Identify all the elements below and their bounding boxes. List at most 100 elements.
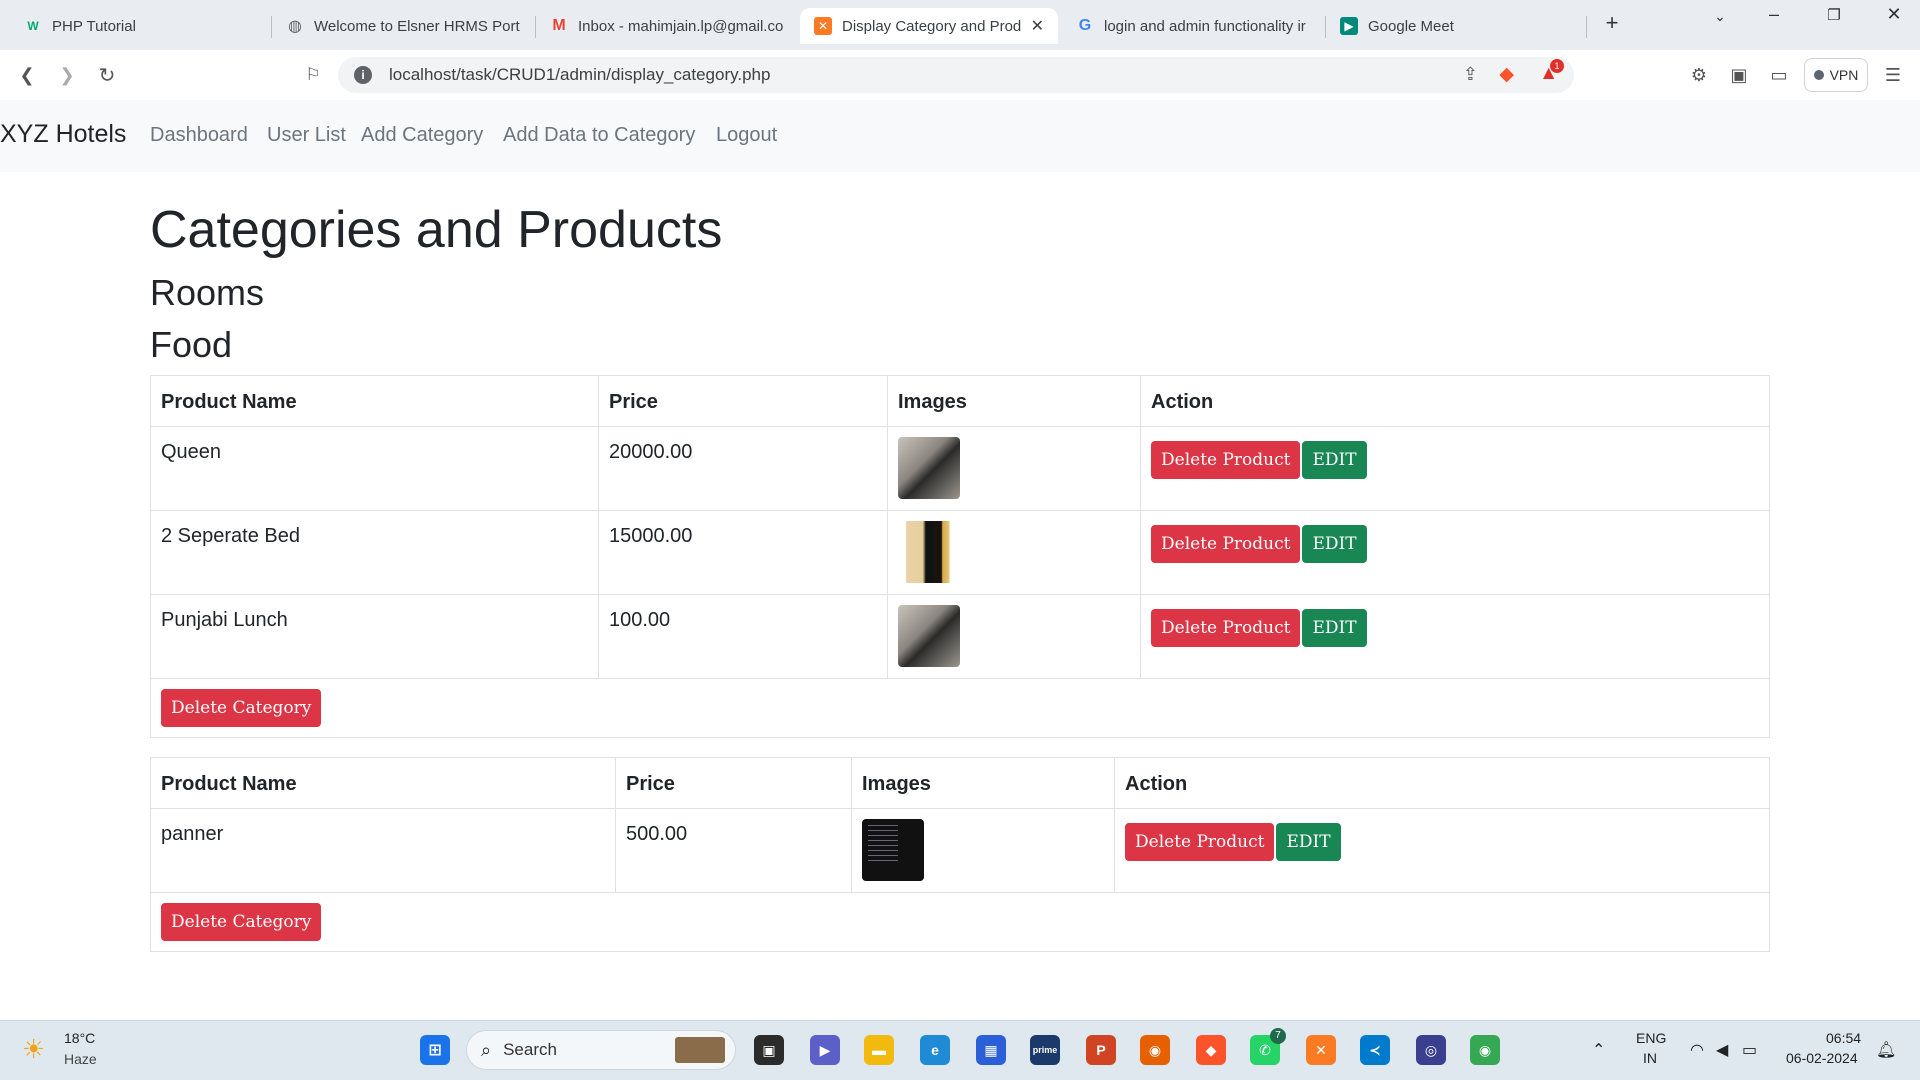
product-image (898, 605, 960, 667)
column-header: Action (1140, 375, 1770, 427)
firefox-icon[interactable]: ◉ (1140, 1035, 1170, 1065)
share-icon[interactable]: ⇪ (1463, 64, 1478, 85)
wifi-icon[interactable]: ◠ (1690, 1040, 1704, 1060)
globe-icon: ◍ (288, 18, 302, 35)
product-price: 20000.00 (598, 426, 888, 511)
nav-logout[interactable]: Logout (716, 124, 777, 147)
edit-button[interactable]: EDIT (1302, 609, 1367, 647)
tab-search-chevron-icon[interactable]: ⌄ (1700, 8, 1740, 25)
meet-icon: ▶ (1340, 17, 1358, 35)
teams-chat-icon[interactable]: ▶ (810, 1035, 840, 1065)
forward-icon[interactable]: ❯ (54, 62, 80, 88)
tab-php-tutorial[interactable]: W PHP Tutorial (10, 8, 270, 44)
show-hidden-icons-icon[interactable]: ⌃ (1592, 1040, 1605, 1060)
delete-product-button[interactable]: Delete Product (1125, 823, 1275, 861)
table-row: Queen 20000.00 Delete Product EDIT (150, 426, 1770, 511)
sidebar-icon[interactable]: ▣ (1726, 62, 1752, 88)
delete-product-button[interactable]: Delete Product (1151, 525, 1301, 563)
category-heading-rooms: Rooms (150, 272, 265, 313)
nav-user-list[interactable]: User List (267, 124, 346, 147)
nav-add-category[interactable]: Add Category (361, 124, 483, 147)
table-header-row: Product Name Price Images Action (150, 375, 1770, 427)
wallet-icon[interactable]: ▭ (1766, 62, 1792, 88)
vpn-button[interactable]: VPN (1804, 58, 1868, 92)
column-header: Images (887, 375, 1141, 427)
volume-icon[interactable]: ◀ (1716, 1040, 1728, 1060)
powerpoint-icon[interactable]: P (1086, 1035, 1116, 1065)
brave-shields-icon[interactable]: ◆ (1499, 63, 1514, 86)
tab-google-meet[interactable]: ▶ Google Meet (1326, 8, 1584, 44)
column-header: Product Name (150, 375, 599, 427)
address-bar[interactable]: i localhost/task/CRUD1/admin/display_cat… (338, 57, 1574, 93)
new-tab-icon[interactable]: + (1592, 10, 1632, 36)
prime-video-icon[interactable]: prime (1030, 1035, 1060, 1065)
table-footer-row: Delete Category (150, 892, 1770, 952)
column-header: Price (598, 375, 888, 427)
edit-button[interactable]: EDIT (1276, 823, 1341, 861)
products-table-2: Product Name Price Images Action panner … (150, 757, 1770, 952)
product-image (862, 819, 924, 881)
app-icon[interactable]: ◎ (1416, 1035, 1446, 1065)
product-name: panner (150, 808, 616, 893)
weather-icon[interactable]: ☀ (22, 1034, 45, 1065)
back-icon[interactable]: ❮ (14, 62, 40, 88)
xampp-icon: ✕ (814, 17, 832, 35)
vscode-icon[interactable]: ≺ (1360, 1035, 1390, 1065)
chrome-icon[interactable]: ◉ (1470, 1035, 1500, 1065)
battery-icon[interactable]: ▭ (1742, 1040, 1757, 1060)
nav-dashboard[interactable]: Dashboard (150, 124, 248, 147)
restore-icon[interactable]: ❐ (1814, 6, 1854, 24)
product-price: 100.00 (598, 594, 888, 679)
product-name: 2 Seperate Bed (150, 510, 599, 595)
extensions-icon[interactable]: ⚙ (1686, 62, 1712, 88)
task-view-icon[interactable]: ▣ (754, 1035, 784, 1065)
products-table-1: Product Name Price Images Action Queen 2… (150, 375, 1770, 738)
edge-icon[interactable]: e (920, 1035, 950, 1065)
notifications-icon[interactable]: 🔔︎ (1876, 1040, 1896, 1060)
tab-google-search[interactable]: G login and admin functionality ir (1062, 8, 1324, 44)
clock-time[interactable]: 06:54 (1826, 1030, 1861, 1046)
site-info-icon[interactable]: i (354, 66, 372, 84)
close-tab-icon[interactable]: ✕ (1021, 16, 1044, 36)
edit-button[interactable]: EDIT (1302, 441, 1367, 479)
column-header: Price (615, 757, 852, 809)
taskbar-search[interactable]: ⌕ Search (466, 1030, 736, 1070)
file-explorer-icon[interactable]: ▬ (864, 1035, 894, 1065)
product-price: 15000.00 (598, 510, 888, 595)
clock-date[interactable]: 06-02-2024 (1786, 1050, 1858, 1066)
vpn-status-icon (1813, 70, 1824, 80)
delete-category-button[interactable]: Delete Category (161, 689, 322, 727)
menu-icon[interactable]: ☰ (1880, 62, 1906, 88)
windows-start-icon[interactable]: ⊞ (420, 1035, 450, 1065)
brand-logo[interactable]: XYZ Hotels (0, 120, 126, 149)
language-bottom[interactable]: IN (1643, 1050, 1657, 1066)
table-row: Punjabi Lunch 100.00 Delete Product EDIT (150, 594, 1770, 679)
edit-button[interactable]: EDIT (1302, 525, 1367, 563)
page-title: Categories and Products (150, 201, 723, 259)
whatsapp-badge: 7 (1270, 1028, 1286, 1044)
nav-add-data-to-category[interactable]: Add Data to Category (503, 124, 695, 147)
product-image (898, 521, 960, 583)
search-placeholder: Search (503, 1040, 557, 1059)
delete-product-button[interactable]: Delete Product (1151, 609, 1301, 647)
tab-display-category[interactable]: ✕ Display Category and Prod ✕ (800, 8, 1058, 44)
reload-icon[interactable]: ↻ (94, 62, 120, 88)
notification-badge: 1 (1550, 59, 1564, 73)
tab-gmail-inbox[interactable]: M Inbox - mahimjain.lp@gmail.co (536, 8, 798, 44)
table-row: panner 500.00 Delete Product EDIT (150, 808, 1770, 893)
product-name: Queen (150, 426, 599, 511)
brave-icon[interactable]: ◆ (1196, 1035, 1226, 1065)
bookmark-icon[interactable]: ⚐ (300, 62, 326, 88)
language-top[interactable]: ENG (1636, 1030, 1666, 1046)
column-header: Action (1114, 757, 1770, 809)
delete-category-button[interactable]: Delete Category (161, 903, 322, 941)
xampp-taskbar-icon[interactable]: ✕ (1306, 1035, 1336, 1065)
table-footer-row: Delete Category (150, 678, 1770, 738)
tab-divider (1586, 16, 1587, 38)
weather-desc: Haze (64, 1051, 97, 1067)
store-icon[interactable]: ▦ (976, 1035, 1006, 1065)
tab-elsner-hrms[interactable]: ◍ Welcome to Elsner HRMS Porta (272, 8, 534, 44)
close-window-icon[interactable]: ✕ (1874, 4, 1914, 25)
delete-product-button[interactable]: Delete Product (1151, 441, 1301, 479)
minimize-icon[interactable]: – (1754, 4, 1794, 25)
